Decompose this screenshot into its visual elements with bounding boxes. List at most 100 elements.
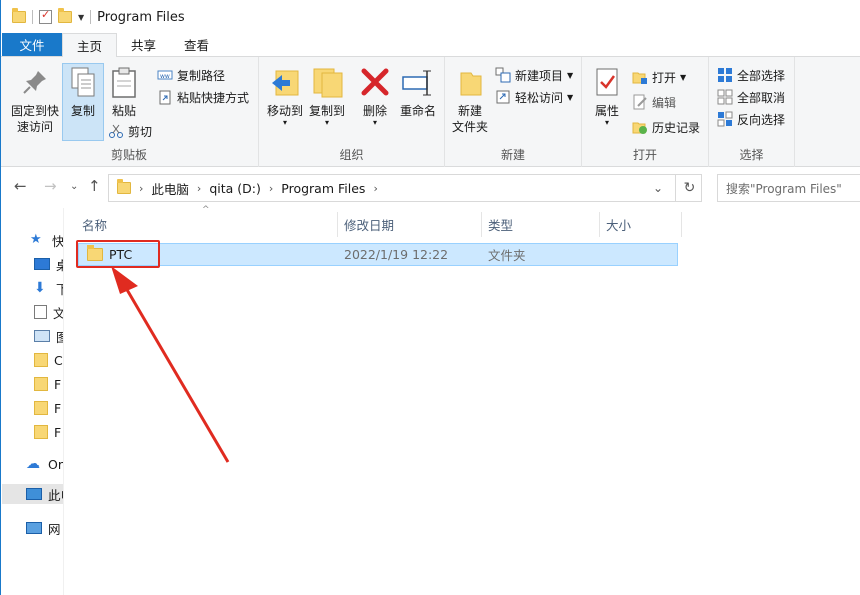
- download-icon: ⬇: [34, 280, 46, 296]
- edit-label: 编辑: [652, 95, 677, 110]
- nav-documents[interactable]: 文: [34, 302, 63, 322]
- new-folder-button[interactable]: 新建 文件夹: [451, 65, 489, 135]
- svg-text:ww: ww: [160, 73, 170, 80]
- separator: [90, 10, 92, 24]
- nav-folder-1[interactable]: C: [34, 350, 63, 370]
- open-folder-icon: [632, 69, 648, 85]
- document-icon: [34, 305, 47, 319]
- new-item-label: 新建项目: [515, 68, 564, 83]
- edit-button[interactable]: 编辑: [632, 92, 676, 112]
- copy-path-icon: ww: [157, 67, 173, 83]
- new-group: 新建 文件夹 新建项目 ▼ 轻松访问 ▼ 新建: [445, 57, 582, 167]
- window-title: Program Files: [97, 9, 185, 25]
- history-button[interactable]: 历史记录: [632, 117, 700, 137]
- tab-home[interactable]: 主页: [62, 33, 118, 57]
- nav-label: F: [54, 424, 62, 440]
- nav-folder-3[interactable]: F: [34, 398, 61, 418]
- rename-button[interactable]: 重命名: [397, 65, 439, 119]
- paste-icon: [107, 65, 141, 99]
- file-type: 文件夹: [488, 248, 526, 263]
- back-arrow-icon[interactable]: ←: [14, 177, 27, 195]
- tab-share[interactable]: 共享: [117, 33, 170, 56]
- folder-icon: [12, 8, 26, 23]
- nav-quick-access[interactable]: ★ 快: [30, 230, 63, 250]
- chevron-right-icon[interactable]: ›: [197, 182, 201, 195]
- nav-label: 桌: [56, 255, 63, 274]
- nav-downloads[interactable]: ⬇ 下: [34, 278, 63, 298]
- search-input[interactable]: 搜索"Program Files": [717, 174, 860, 202]
- column-header-size[interactable]: 大小: [600, 212, 682, 237]
- breadcrumb-program-files[interactable]: Program Files: [281, 181, 365, 196]
- column-header-date[interactable]: 修改日期: [338, 212, 482, 237]
- select-group: 全部选择 全部取消 反向选择 选择: [709, 57, 795, 167]
- pin-icon: [18, 65, 52, 99]
- copy-button[interactable]: 复制: [64, 65, 102, 119]
- search-placeholder: 搜索"Program Files": [726, 181, 842, 196]
- copy-path-button[interactable]: ww 复制路径: [157, 65, 225, 85]
- new-group-label: 新建: [500, 148, 525, 162]
- forward-arrow-icon[interactable]: →: [44, 177, 57, 195]
- tab-file[interactable]: 文件: [2, 33, 62, 56]
- nav-desktop[interactable]: 桌: [34, 254, 63, 274]
- open-button[interactable]: 打开 ▼: [632, 67, 686, 87]
- cut-button[interactable]: 剪切: [108, 121, 152, 141]
- refresh-icon[interactable]: ↻: [675, 174, 703, 202]
- delete-label: 删除: [362, 104, 387, 118]
- breadcrumb-drive[interactable]: qita (D:): [209, 181, 261, 196]
- up-arrow-icon[interactable]: ↑: [88, 177, 101, 195]
- invert-selection-button[interactable]: 反向选择: [717, 109, 785, 129]
- nav-folder-2[interactable]: F: [34, 374, 61, 394]
- column-header-name[interactable]: 名称: [76, 212, 338, 237]
- new-folder-icon: [453, 65, 487, 99]
- new-folder-icon[interactable]: [58, 8, 72, 23]
- nav-onedrive[interactable]: ☁ Or: [26, 454, 63, 474]
- properties-icon: [590, 65, 624, 99]
- nav-folder-4[interactable]: F: [34, 422, 61, 442]
- cloud-icon: ☁: [26, 456, 40, 472]
- chevron-right-icon[interactable]: ›: [269, 182, 273, 195]
- dropdown-arrow-icon: ▾: [282, 118, 287, 127]
- column-header-type[interactable]: 类型: [482, 212, 600, 237]
- chevron-right-icon[interactable]: ›: [373, 182, 377, 195]
- new-item-button[interactable]: 新建项目 ▼: [495, 65, 573, 85]
- open-group: 属性 ▾ 打开 ▼ 编辑 历史记录 打开: [582, 57, 709, 167]
- file-date: 2022/1/19 12:22: [344, 247, 449, 262]
- paste-button[interactable]: 粘贴: [106, 65, 142, 119]
- breadcrumb-this-pc[interactable]: 此电脑: [151, 179, 189, 198]
- select-none-button[interactable]: 全部取消: [717, 87, 785, 107]
- nav-label: 此电: [48, 487, 63, 503]
- properties-icon[interactable]: [39, 8, 52, 24]
- recent-locations-chevron-icon[interactable]: ⌄: [70, 181, 78, 192]
- nav-label: 下: [56, 279, 63, 298]
- customize-dropdown-icon[interactable]: ▼: [78, 13, 84, 22]
- navigation-pane: ★ 快 桌 ⬇ 下 文 图 C F F F ☁ Or 此电 网: [0, 208, 64, 595]
- rename-icon: [401, 65, 435, 99]
- nav-label: C: [54, 352, 63, 368]
- copy-path-label: 复制路径: [177, 68, 226, 83]
- nav-pictures[interactable]: 图: [34, 326, 63, 346]
- folder-icon: [34, 401, 48, 415]
- table-row[interactable]: PTC 2022/1/19 12:22 文件夹: [78, 243, 678, 266]
- network-icon: [26, 522, 42, 534]
- clipboard-group: 固定到快 速访问 复制 粘贴 ww 复制路径 粘贴快捷方式 剪切 剪贴板: [0, 57, 259, 167]
- paste-label: 粘贴: [111, 104, 136, 118]
- copy-to-button[interactable]: 复制到 ▾: [307, 65, 347, 127]
- delete-button[interactable]: 删除 ▾: [357, 65, 393, 127]
- move-to-button[interactable]: 移动到 ▾: [265, 65, 305, 127]
- open-group-label: 打开: [632, 148, 657, 162]
- computer-icon: [26, 488, 42, 500]
- select-none-icon: [717, 89, 733, 105]
- paste-shortcut-button[interactable]: 粘贴快捷方式: [157, 87, 249, 107]
- address-dropdown-icon[interactable]: ⌄: [653, 181, 663, 195]
- address-bar[interactable]: › 此电脑 › qita (D:) › Program Files › ⌄ ↻: [108, 174, 702, 202]
- easy-access-button[interactable]: 轻松访问 ▼: [495, 87, 573, 107]
- pin-label-1: 固定到快: [10, 104, 59, 118]
- tab-view[interactable]: 查看: [170, 33, 223, 56]
- chevron-right-icon[interactable]: ›: [139, 182, 143, 195]
- nav-this-pc[interactable]: 此电: [2, 484, 63, 504]
- select-none-label: 全部取消: [737, 90, 786, 105]
- nav-network[interactable]: 网: [26, 518, 61, 538]
- properties-button[interactable]: 属性 ▾: [590, 65, 624, 127]
- select-all-button[interactable]: 全部选择: [717, 65, 785, 85]
- pin-quick-access-button[interactable]: 固定到快 速访问: [8, 65, 62, 135]
